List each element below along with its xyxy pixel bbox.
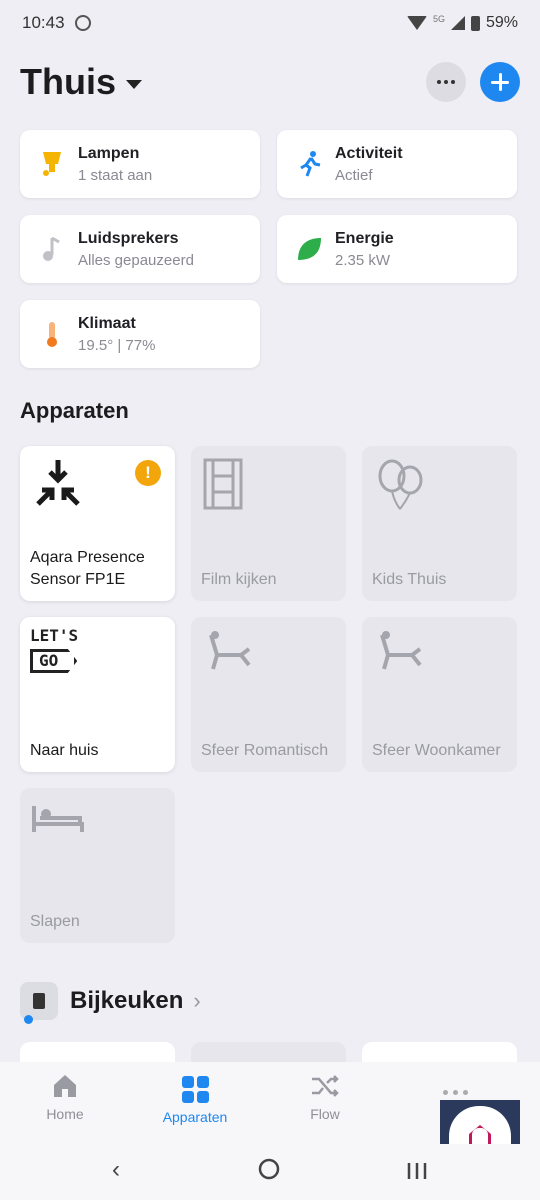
warning-badge[interactable]: !: [135, 460, 161, 486]
summary-subtitle: 19.5° | 77%: [78, 336, 156, 354]
device-name: Kids Thuis: [372, 571, 447, 588]
summary-card-lampen[interactable]: Lampen 1 staat aan: [20, 130, 260, 198]
bed-icon: [30, 798, 165, 843]
battery-level: 59%: [485, 14, 518, 31]
device-name: Aqara Presence Sensor FP1E: [30, 549, 145, 588]
logo-line: GO: [30, 649, 78, 673]
device-name: Sfeer Romantisch: [201, 742, 329, 759]
nav-label: Flow: [310, 1106, 340, 1122]
summary-subtitle: 2.35 kW: [335, 251, 391, 269]
more-options-button[interactable]: [426, 62, 466, 102]
device-tile-aqara[interactable]: ! Aqara Presence Sensor FP1E: [20, 446, 175, 601]
add-button[interactable]: [480, 62, 520, 102]
home-icon: [51, 1072, 79, 1106]
device-name: Slapen: [30, 913, 80, 930]
shuffle-icon: [310, 1072, 340, 1106]
room-header[interactable]: Bijkeuken ›: [20, 982, 201, 1024]
nav-home[interactable]: Home: [0, 1062, 130, 1144]
device-tile-sfeer-romantisch[interactable]: Sfeer Romantisch: [191, 617, 346, 772]
status-bar: 10:43 5G 59%: [0, 0, 540, 46]
summary-card-luidsprekers[interactable]: Luidsprekers Alles gepauzeerd: [20, 215, 260, 283]
summary-card-activiteit[interactable]: Activiteit Actief: [277, 130, 517, 198]
armchair-icon: [372, 627, 507, 682]
nav-apparaten[interactable]: Apparaten: [130, 1062, 260, 1144]
summary-title: Lampen: [78, 144, 140, 162]
lamp-icon: [32, 144, 72, 184]
back-icon[interactable]: ‹: [112, 1156, 120, 1184]
nav-label: Home: [46, 1106, 84, 1122]
summary-card-energie[interactable]: Energie 2.35 kW: [277, 215, 517, 283]
leaf-icon: [289, 229, 329, 269]
chevron-down-icon[interactable]: [126, 79, 142, 89]
device-name: Film kijken: [201, 571, 277, 588]
grid-icon: [181, 1076, 209, 1103]
armchair-icon: [201, 627, 336, 682]
recents-icon[interactable]: [406, 1160, 428, 1188]
status-time: 10:43: [22, 13, 65, 32]
home-button-icon[interactable]: [258, 1158, 280, 1187]
summary-title: Luidsprekers: [78, 229, 179, 247]
nav-label: Apparaten: [162, 1109, 228, 1125]
summary-subtitle: Actief: [335, 166, 373, 184]
lets-go-icon: LET'S GO: [30, 627, 165, 673]
page-header: Thuis: [20, 56, 520, 108]
device-name: Naar huis: [30, 742, 99, 759]
device-tile-naar-huis[interactable]: LET'S GO Naar huis: [20, 617, 175, 772]
section-title-apparaten: Apparaten: [20, 398, 129, 423]
balloons-icon: [372, 456, 507, 521]
motion-icon: [289, 144, 329, 184]
film-strip-icon: [201, 456, 336, 517]
home-selector[interactable]: Thuis: [20, 61, 116, 103]
summary-card-klimaat[interactable]: Klimaat 19.5° | 77%: [20, 300, 260, 368]
more-icon: [442, 1090, 468, 1095]
summary-title: Klimaat: [78, 314, 136, 332]
summary-title: Activiteit: [335, 144, 403, 162]
device-tile-kids-thuis[interactable]: Kids Thuis: [362, 446, 517, 601]
device-tile-film-kijken[interactable]: Film kijken: [191, 446, 346, 601]
system-navigation-bar: ‹: [0, 1144, 540, 1200]
summary-subtitle: Alles gepauzeerd: [78, 251, 194, 269]
room-icon: [20, 982, 58, 1024]
battery-icon: [470, 15, 480, 31]
notification-icon: [74, 15, 91, 31]
room-indicator-dot: [24, 1015, 33, 1024]
device-tile-sfeer-woonkamer[interactable]: Sfeer Woonkamer: [362, 617, 517, 772]
logo-line: LET'S: [30, 626, 79, 645]
nav-flow[interactable]: Flow: [260, 1062, 390, 1144]
cell-signal-icon: [450, 16, 465, 30]
network-type-badge: 5G: [432, 14, 445, 24]
device-name: Sfeer Woonkamer: [372, 742, 501, 759]
room-title: Bijkeuken: [70, 987, 184, 1014]
wifi-icon: [406, 16, 427, 30]
music-note-icon: [32, 229, 72, 269]
device-tile-slapen[interactable]: Slapen: [20, 788, 175, 943]
summary-title: Energie: [335, 229, 394, 247]
chevron-right-icon: ›: [193, 988, 201, 1013]
status-right: 5G 59%: [406, 14, 518, 32]
summary-subtitle: 1 staat aan: [78, 166, 153, 184]
thermometer-icon: [32, 314, 72, 354]
